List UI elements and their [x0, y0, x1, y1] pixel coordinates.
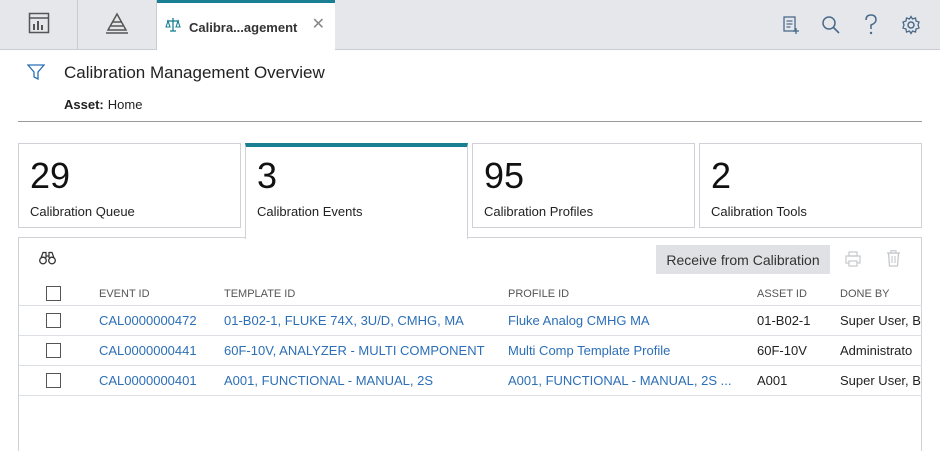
- table-header-row: EVENT ID TEMPLATE ID PROFILE ID ASSET ID…: [19, 278, 922, 306]
- done-by-cell: Administrato: [840, 343, 913, 358]
- receive-from-calibration-button[interactable]: Receive from Calibration: [656, 245, 830, 274]
- trash-icon[interactable]: [886, 250, 901, 272]
- row-checkbox[interactable]: [46, 373, 61, 388]
- scale-icon: [165, 17, 181, 38]
- tab-calibration-management[interactable]: Calibra...agement ✕: [157, 0, 335, 51]
- row-checkbox[interactable]: [46, 343, 61, 358]
- done-by-cell: Super User, B: [840, 373, 921, 388]
- tile-count: 95: [484, 155, 525, 196]
- asset-breadcrumb: Asset: Home: [64, 97, 142, 112]
- tile-calibration-tools[interactable]: 2 Calibration Tools: [699, 143, 922, 228]
- tab-title: Calibra...agement: [189, 19, 298, 35]
- search-icon[interactable]: [820, 14, 842, 36]
- done-by-cell: Super User, B: [840, 313, 921, 328]
- template-id-link[interactable]: 01-B02-1, FLUKE 74X, 3U/D, CMHG, MA: [224, 306, 504, 335]
- help-icon[interactable]: [860, 14, 882, 36]
- page-title: Calibration Management Overview: [64, 63, 325, 82]
- asset-id-cell: 60F-10V: [757, 343, 807, 358]
- events-grid: EVENT ID TEMPLATE ID PROFILE ID ASSET ID…: [19, 278, 922, 396]
- tile-calibration-profiles[interactable]: 95 Calibration Profiles: [472, 143, 695, 228]
- select-all-checkbox[interactable]: [46, 286, 61, 301]
- event-id-link[interactable]: CAL0000000441: [99, 336, 219, 365]
- gear-icon[interactable]: [900, 14, 922, 36]
- tile-count: 2: [711, 155, 732, 196]
- profile-id-link[interactable]: Multi Comp Template Profile: [508, 336, 748, 365]
- filter-icon[interactable]: [26, 64, 46, 85]
- tile-calibration-events[interactable]: 3 Calibration Events: [245, 143, 468, 239]
- column-header-done-by[interactable]: DONE BY: [840, 278, 922, 305]
- pyramid-icon: [105, 11, 129, 39]
- table-row[interactable]: CAL0000000472 01-B02-1, FLUKE 74X, 3U/D,…: [19, 306, 922, 336]
- dashboard-icon: [28, 12, 50, 39]
- event-id-link[interactable]: CAL0000000472: [99, 306, 219, 335]
- events-panel: Receive from Calibration EVENT ID TEMPLA…: [18, 237, 922, 451]
- profile-id-link[interactable]: A001, FUNCTIONAL - MANUAL, 2S ...: [508, 366, 748, 395]
- table-row[interactable]: CAL0000000401 A001, FUNCTIONAL - MANUAL,…: [19, 366, 922, 396]
- asset-label: Asset:: [64, 97, 104, 112]
- tile-calibration-queue[interactable]: 29 Calibration Queue: [18, 143, 241, 228]
- table-row[interactable]: CAL0000000441 60F-10V, ANALYZER - MULTI …: [19, 336, 922, 366]
- header-divider: [18, 121, 922, 122]
- tile-count: 29: [30, 155, 71, 196]
- asset-value: Home: [107, 97, 143, 112]
- template-id-link[interactable]: A001, FUNCTIONAL - MANUAL, 2S: [224, 366, 504, 395]
- tile-label: Calibration Tools: [711, 204, 807, 219]
- close-icon[interactable]: ✕: [312, 17, 325, 33]
- column-header-template-id[interactable]: TEMPLATE ID: [224, 278, 504, 305]
- row-checkbox[interactable]: [46, 313, 61, 328]
- asset-id-cell: 01-B02-1: [757, 313, 811, 328]
- add-document-icon[interactable]: [780, 14, 802, 36]
- asset-id-cell: A001: [757, 373, 788, 388]
- tile-count: 3: [257, 155, 278, 196]
- top-right-toolbar: [780, 0, 922, 50]
- column-header-asset-id[interactable]: ASSET ID: [757, 278, 835, 305]
- binoculars-icon[interactable]: [39, 251, 56, 270]
- hierarchy-app-button[interactable]: [78, 0, 157, 50]
- tile-label: Calibration Profiles: [484, 204, 594, 219]
- event-id-link[interactable]: CAL0000000401: [99, 366, 219, 395]
- column-header-event-id[interactable]: EVENT ID: [99, 278, 219, 305]
- dashboard-app-button[interactable]: [0, 0, 78, 50]
- profile-id-link[interactable]: Fluke Analog CMHG MA: [508, 306, 748, 335]
- template-id-link[interactable]: 60F-10V, ANALYZER - MULTI COMPONENT: [224, 336, 504, 365]
- top-tab-bar: Calibra...agement ✕: [0, 0, 940, 51]
- tile-label: Calibration Queue: [30, 204, 135, 219]
- print-icon[interactable]: [845, 251, 861, 272]
- column-header-profile-id[interactable]: PROFILE ID: [508, 278, 748, 305]
- tile-label: Calibration Events: [257, 204, 363, 219]
